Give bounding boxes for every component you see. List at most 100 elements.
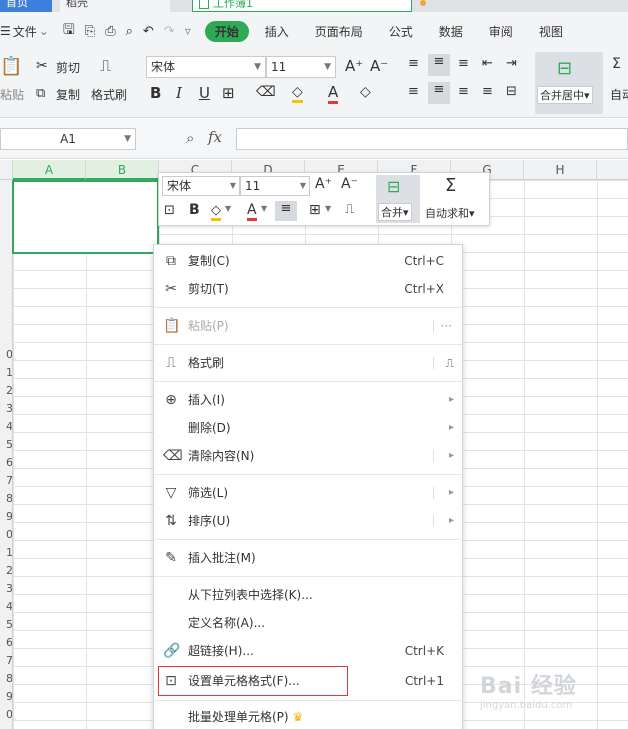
font-color-icon[interactable]: A: [328, 83, 339, 104]
save-icon[interactable]: 🖫: [63, 19, 75, 43]
menu-view[interactable]: 视图: [539, 23, 563, 40]
ctx-format-painter[interactable]: ⎍ 格式刷 ⎍: [154, 349, 462, 377]
ctx-insert[interactable]: ⊕ 插入(I) ▸: [154, 386, 462, 414]
row-header[interactable]: 5: [0, 436, 12, 454]
copy-button[interactable]: 复制: [56, 86, 80, 103]
indent-increase-icon[interactable]: ⇥: [506, 56, 517, 71]
menu-page-layout[interactable]: 页面布局: [315, 23, 363, 40]
chevron-down-icon[interactable]: ▼: [225, 204, 231, 213]
mini-fill-color-icon[interactable]: ◇: [211, 203, 221, 221]
chevron-down-icon[interactable]: ⌄: [39, 24, 49, 38]
name-box[interactable]: A1 ▼: [0, 128, 136, 150]
mini-font-size-select[interactable]: 11 ▼: [240, 176, 310, 196]
tab-workbook[interactable]: 工作簿1: [192, 0, 412, 12]
ctx-cut[interactable]: ✂ 剪切(T) Ctrl+X: [154, 275, 462, 303]
increase-font-icon[interactable]: A⁺: [345, 57, 363, 75]
ctx-define-name[interactable]: 定义名称(A)...: [154, 609, 462, 637]
zoom-search-icon[interactable]: ⌕: [186, 129, 194, 147]
format-painter-button[interactable]: 格式刷: [91, 86, 127, 103]
menu-insert[interactable]: 插入: [265, 23, 289, 40]
row-header[interactable]: 8: [0, 670, 12, 688]
underline-icon[interactable]: U: [199, 84, 210, 102]
align-top-icon[interactable]: ≡: [408, 56, 419, 71]
bold-icon[interactable]: B: [150, 84, 161, 102]
ctx-sort[interactable]: ⇅ 排序(U) ▸: [154, 507, 462, 535]
column-header-a[interactable]: A: [13, 160, 86, 180]
mini-increase-font-icon[interactable]: A⁺: [315, 176, 332, 192]
column-header-b[interactable]: B: [86, 160, 159, 180]
mini-font-color-icon[interactable]: A: [247, 202, 257, 221]
menu-file[interactable]: 文件: [13, 23, 37, 40]
format-painter-lock-icon[interactable]: ⎍: [446, 349, 454, 377]
chevron-down-icon[interactable]: ▼: [261, 204, 267, 213]
row-header[interactable]: 9: [0, 508, 12, 526]
row-header[interactable]: 9: [0, 688, 12, 706]
autosum-icon[interactable]: Σ: [612, 56, 621, 72]
justify-icon[interactable]: ≡: [482, 84, 493, 99]
border-icon[interactable]: ⊞: [222, 84, 235, 102]
ctx-insert-comment[interactable]: ✎ 插入批注(M): [154, 544, 462, 572]
row-header[interactable]: 0: [0, 526, 12, 544]
ctx-delete[interactable]: 删除(D) ▸: [154, 414, 462, 442]
menu-data[interactable]: 数据: [439, 23, 463, 40]
row-header[interactable]: 1: [0, 544, 12, 562]
hamburger-icon[interactable]: ☰: [0, 24, 11, 38]
tab-home[interactable]: 首页: [0, 0, 52, 12]
indent-decrease-icon[interactable]: ⇤: [482, 56, 493, 71]
print-icon[interactable]: ⎙: [105, 24, 115, 39]
preview-icon[interactable]: ⌕: [126, 24, 133, 39]
mini-merge-cells-icon[interactable]: ⊡: [164, 203, 175, 218]
mini-font-name-select[interactable]: 宋体 ▼: [162, 176, 240, 196]
distributed-icon[interactable]: ⊟: [506, 84, 517, 99]
menu-review[interactable]: 审阅: [489, 23, 513, 40]
row-header[interactable]: 0: [0, 706, 12, 724]
ctx-paste[interactable]: 📋 粘贴(P) ···: [154, 312, 462, 340]
quick-access-chevron-icon[interactable]: ▿: [185, 24, 191, 38]
ctx-pick-from-list[interactable]: 从下拉列表中选择(K)...: [154, 581, 462, 609]
ctx-filter[interactable]: ▽ 筛选(L) ▸: [154, 479, 462, 507]
chevron-down-icon[interactable]: ▼: [325, 204, 331, 213]
ctx-copy[interactable]: ⧉ 复制(C) Ctrl+C: [154, 247, 462, 275]
mini-decrease-font-icon[interactable]: A⁻: [341, 176, 358, 192]
column-header-h[interactable]: H: [524, 160, 597, 180]
align-right-icon[interactable]: ≡: [458, 84, 469, 99]
autosum-partial-label[interactable]: 自动: [610, 86, 628, 103]
row-header[interactable]: 0: [0, 346, 12, 364]
row-header[interactable]: 3: [0, 400, 12, 418]
align-bottom-icon[interactable]: ≡: [458, 56, 469, 71]
mini-autosum-button[interactable]: 自动求和▾: [425, 205, 475, 221]
row-header[interactable]: 8: [0, 490, 12, 508]
mini-border-icon[interactable]: ⊞: [309, 202, 321, 218]
decrease-font-icon[interactable]: A⁻: [370, 57, 388, 75]
paste-options-icon[interactable]: ···: [441, 312, 452, 340]
undo-icon[interactable]: ↶: [143, 24, 154, 39]
align-middle-icon[interactable]: ≡: [428, 54, 450, 76]
row-header[interactable]: 3: [0, 580, 12, 598]
fx-icon[interactable]: fx: [208, 128, 222, 146]
row-header[interactable]: 7: [0, 472, 12, 490]
font-size-select[interactable]: 11 ▼: [266, 56, 336, 78]
ctx-batch-process[interactable]: 批量处理单元格(P) ♛: [154, 703, 462, 729]
row-header[interactable]: 2: [0, 382, 12, 400]
copy-icon[interactable]: ⧉: [36, 86, 45, 101]
fill-color-icon[interactable]: ◇: [292, 84, 303, 103]
merge-center-button[interactable]: ⊟ 合并居中▾: [535, 52, 603, 114]
ctx-clear-contents[interactable]: ⌫ 清除内容(N) ▸: [154, 442, 462, 470]
row-header[interactable]: 7: [0, 652, 12, 670]
mini-autosum-icon[interactable]: Σ: [445, 175, 456, 196]
paste-label[interactable]: 粘贴: [0, 86, 24, 103]
mini-merge-button[interactable]: ⊟ 合并▾: [376, 175, 420, 223]
row-header[interactable]: 4: [0, 418, 12, 436]
tab-draft[interactable]: 稻壳: [60, 0, 170, 12]
align-left-icon[interactable]: ≡: [408, 84, 419, 99]
row-header[interactable]: 2: [0, 562, 12, 580]
italic-icon[interactable]: I: [176, 84, 182, 102]
cut-button[interactable]: 剪切: [56, 59, 80, 76]
row-header[interactable]: 6: [0, 454, 12, 472]
row-header[interactable]: 4: [0, 598, 12, 616]
paste-icon[interactable]: 📋: [0, 56, 22, 77]
align-center-icon[interactable]: ≡: [428, 82, 450, 104]
redo-icon[interactable]: ↷: [164, 24, 175, 39]
scissors-icon[interactable]: ✂: [36, 58, 48, 74]
row-header[interactable]: 1: [0, 364, 12, 382]
